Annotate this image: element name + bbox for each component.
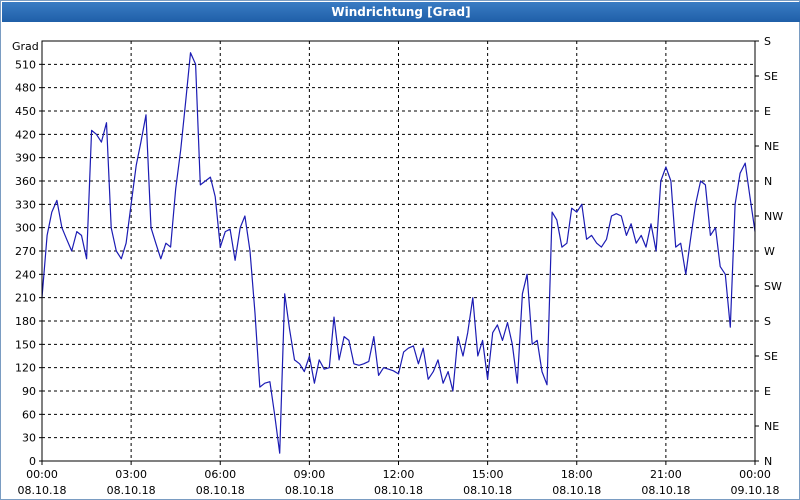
- x-tick-time: 18:00: [561, 468, 593, 481]
- y-tick-label: 480: [15, 82, 36, 95]
- x-tick-time: 03:00: [115, 468, 147, 481]
- x-tick-time: 09:00: [294, 468, 326, 481]
- y-tick-label: 420: [15, 128, 36, 141]
- y-tick-label: 390: [15, 152, 36, 165]
- compass-label: E: [764, 385, 771, 398]
- y-tick-labels: 0 30 60 90 120 150 180 210 240 270 300 330 360 390 420…: [15, 58, 42, 468]
- grid: [42, 41, 755, 461]
- y-tick-label: 150: [15, 338, 36, 351]
- x-tick-time: 00:00: [739, 468, 771, 481]
- compass-label: W: [764, 245, 775, 258]
- compass-label: NE: [764, 420, 779, 433]
- compass-label: N: [764, 455, 772, 468]
- y-tick-label: 360: [15, 175, 36, 188]
- wind-direction-chart: Grad 0 30 60 90 120 150 180 210 240 270 300 330 360 3…: [12, 35, 783, 497]
- y-tick-label: 240: [15, 268, 36, 281]
- x-tick-date: 09.10.18: [731, 484, 780, 497]
- y-tick-label: 270: [15, 245, 36, 258]
- x-tick-time: 12:00: [383, 468, 415, 481]
- x-tick-date: 08.10.18: [18, 484, 67, 497]
- y-axis-label: Grad: [12, 40, 39, 53]
- x-tick-time: 00:00: [26, 468, 58, 481]
- compass-label: S: [764, 35, 771, 48]
- compass-label: NW: [764, 210, 783, 223]
- compass-label: SE: [764, 70, 778, 83]
- x-tick-date: 08.10.18: [107, 484, 156, 497]
- compass-label: SW: [764, 280, 782, 293]
- y-tick-label: 0: [29, 455, 36, 468]
- y-tick-label: 180: [15, 315, 36, 328]
- x-tick-date: 08.10.18: [374, 484, 423, 497]
- x-tick-date: 08.10.18: [196, 484, 245, 497]
- right-compass-labels: N NE E SE S SW W NW N NE E SE S: [755, 35, 783, 468]
- x-tick-labels: 00:00 08.10.18 03:00 08.10.18 06:00 08.10.18 0…: [18, 461, 780, 497]
- compass-label: E: [764, 105, 771, 118]
- y-tick-label: 90: [22, 385, 36, 398]
- y-tick-label: 210: [15, 292, 36, 305]
- x-tick-date: 08.10.18: [552, 484, 601, 497]
- x-tick-time: 21:00: [650, 468, 682, 481]
- compass-label: S: [764, 315, 771, 328]
- compass-label: SE: [764, 350, 778, 363]
- x-tick-date: 08.10.18: [641, 484, 690, 497]
- y-tick-label: 60: [22, 408, 36, 421]
- y-tick-label: 300: [15, 222, 36, 235]
- y-tick-label: 30: [22, 432, 36, 445]
- x-tick-time: 15:00: [472, 468, 504, 481]
- compass-label: NE: [764, 140, 779, 153]
- y-tick-label: 120: [15, 362, 36, 375]
- y-tick-label: 330: [15, 198, 36, 211]
- y-tick-label: 510: [15, 58, 36, 71]
- x-tick-date: 08.10.18: [463, 484, 512, 497]
- x-tick-date: 08.10.18: [285, 484, 334, 497]
- compass-label: N: [764, 175, 772, 188]
- y-tick-label: 450: [15, 105, 36, 118]
- x-tick-time: 06:00: [204, 468, 236, 481]
